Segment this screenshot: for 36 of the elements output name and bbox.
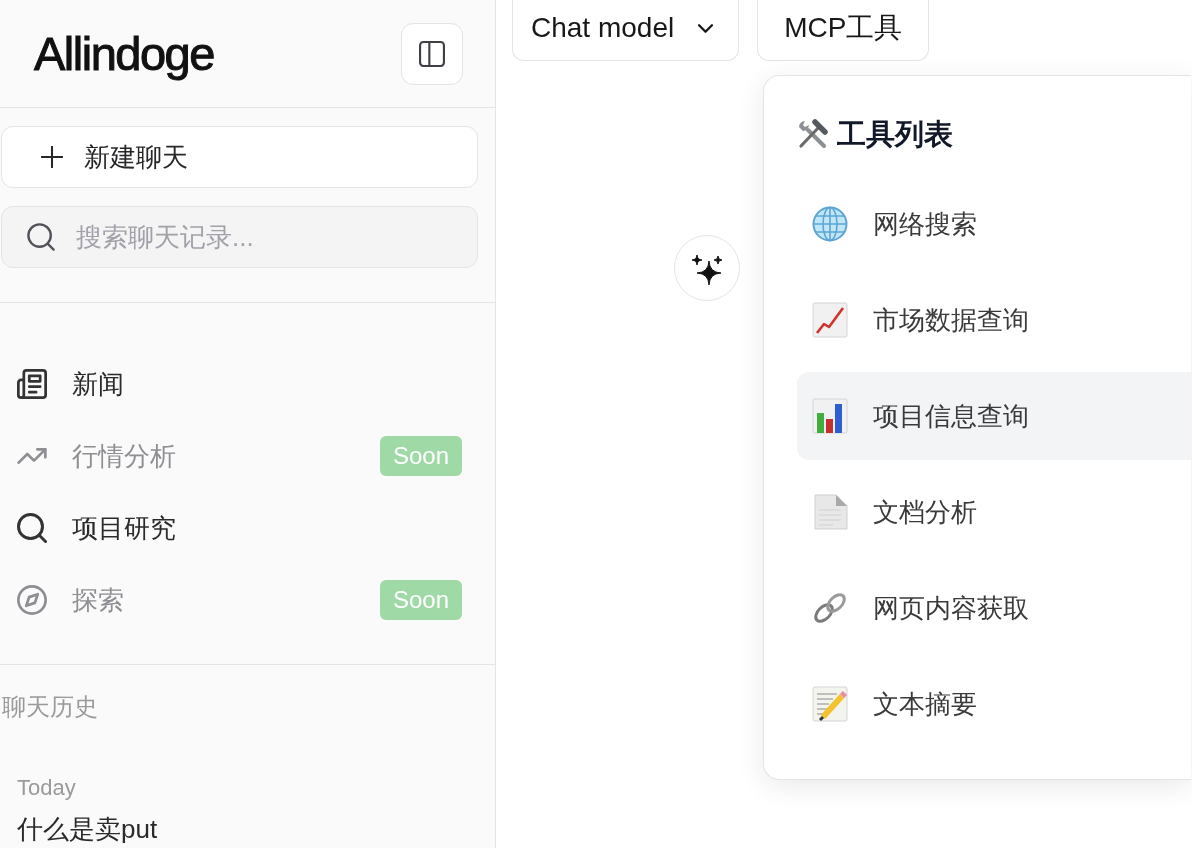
trending-up-icon <box>17 448 47 464</box>
chain-link-icon <box>812 590 848 626</box>
model-selector[interactable]: Chat model <box>512 0 740 61</box>
notepad-pencil-icon <box>812 686 848 722</box>
date-group-label: Today <box>17 774 76 802</box>
mcp-tools-button[interactable]: MCP工具 <box>757 0 930 61</box>
sparkles-icon <box>674 235 740 301</box>
status-badge: Soon <box>379 580 462 620</box>
plus-icon <box>41 146 63 168</box>
search-icon <box>27 223 55 251</box>
line-chart-icon <box>812 302 848 338</box>
newspaper-icon <box>17 369 47 399</box>
search-field[interactable]: 搜索聊天记录... <box>1 206 478 268</box>
tool-menu-item[interactable]: 项目信息查询 <box>797 372 1191 460</box>
nav-link[interactable]: 项目研究 <box>17 511 176 545</box>
dropdown-title: 工具列表 <box>837 117 953 152</box>
status-badge: Soon <box>379 436 462 476</box>
sidebar-toggle-icon <box>419 40 445 67</box>
chat-history-item[interactable]: 什么是卖put <box>17 813 158 845</box>
tool-menu-item[interactable]: 网络搜索 <box>797 180 1191 268</box>
search-icon <box>17 513 47 543</box>
document-icon <box>812 494 848 530</box>
tool-menu-item[interactable]: 文档分析 <box>797 468 1191 556</box>
globe-icon <box>812 206 848 242</box>
new-chat-button[interactable]: 新建聊天 <box>1 126 478 188</box>
sidebar-toggle-button[interactable] <box>401 22 463 85</box>
nav-link[interactable]: 新闻 <box>17 367 124 401</box>
tool-menu-item[interactable]: 网页内容获取 <box>797 564 1191 652</box>
bar-chart-icon <box>812 398 848 434</box>
section-heading: 聊天历史 <box>1 692 98 722</box>
compass-icon <box>17 585 47 615</box>
hammer-wrench-icon <box>796 118 828 150</box>
tool-menu-item[interactable]: 市场数据查询 <box>797 276 1191 364</box>
app-logo: Allindoge <box>34 26 214 81</box>
chevron-down-icon <box>698 23 714 33</box>
tool-menu-item[interactable]: 文本摘要 <box>797 660 1191 748</box>
